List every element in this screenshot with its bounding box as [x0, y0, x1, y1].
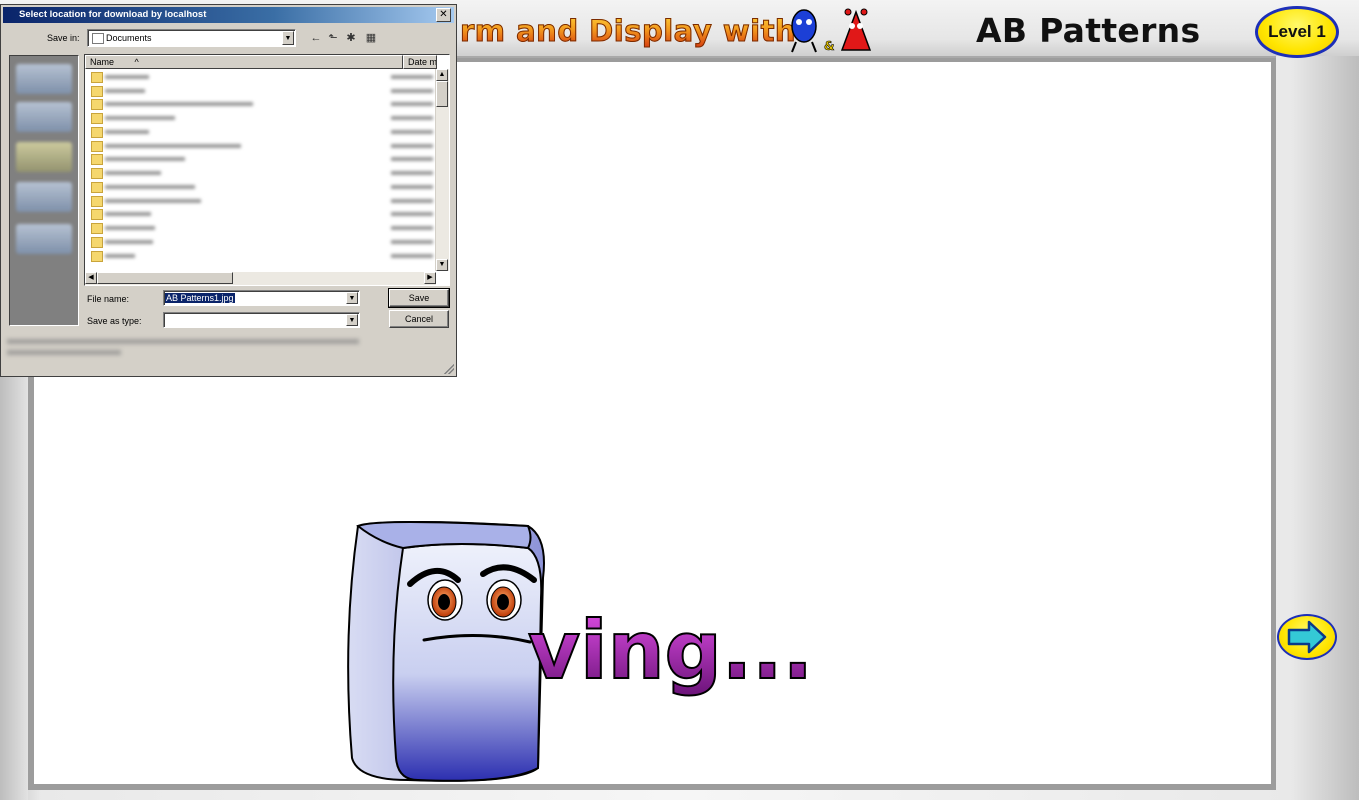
left-border	[0, 376, 28, 800]
list-item[interactable]	[91, 112, 439, 124]
save-dialog: Select location for download by localhos…	[0, 4, 457, 377]
folder-icon	[91, 223, 103, 234]
column-date-header[interactable]: Date m	[403, 55, 437, 69]
folder-icon	[91, 168, 103, 179]
scroll-down-icon[interactable]: ▼	[436, 259, 448, 271]
place-desktop[interactable]	[16, 102, 72, 132]
cancel-button[interactable]: Cancel	[389, 310, 449, 328]
blurred-info-line	[7, 350, 121, 355]
folder-icon	[91, 113, 103, 124]
mascots-logo: &	[791, 8, 872, 53]
sort-indicator-icon: ^	[134, 57, 139, 67]
list-item[interactable]	[91, 181, 439, 193]
column-name-header[interactable]: Name ^	[85, 55, 403, 69]
save-in-dropdown[interactable]: Documents ▼	[87, 29, 296, 47]
floppy-disk-character	[347, 521, 545, 782]
new-folder-icon[interactable]: ✱	[343, 31, 359, 45]
place-documents[interactable]	[16, 142, 72, 172]
save-button[interactable]: Save	[388, 288, 450, 308]
scroll-left-icon[interactable]: ◀	[85, 272, 97, 284]
column-date-label: Date m	[408, 57, 437, 67]
blue-mascot-icon	[791, 9, 817, 53]
horizontal-scroll-thumb[interactable]	[97, 272, 233, 284]
dialog-titlebar[interactable]: Select location for download by localhos…	[3, 7, 454, 23]
red-mascot-icon	[840, 8, 872, 51]
vertical-scrollbar[interactable]: ▲ ▼	[435, 69, 449, 271]
folder-icon	[91, 127, 103, 138]
list-item[interactable]	[91, 167, 439, 179]
save-in-value: Documents	[106, 33, 152, 43]
place-computer[interactable]	[16, 182, 72, 212]
vertical-scroll-thumb[interactable]	[436, 81, 448, 107]
place-network[interactable]	[16, 224, 72, 254]
folder-icon	[91, 99, 103, 110]
folder-icon	[91, 182, 103, 193]
list-item[interactable]	[91, 236, 439, 248]
back-arrow-icon[interactable]: ←	[308, 31, 324, 45]
folder-icon	[91, 209, 103, 220]
folder-icon	[91, 196, 103, 207]
right-arrow-icon	[1287, 620, 1327, 654]
up-folder-icon[interactable]: ⬑	[325, 31, 341, 45]
places-bar	[9, 55, 79, 326]
svg-text:&: &	[824, 39, 834, 53]
chevron-down-icon[interactable]: ▼	[346, 292, 358, 304]
list-item[interactable]	[91, 85, 439, 97]
folder-icon	[91, 141, 103, 152]
place-recent[interactable]	[16, 64, 72, 94]
folder-icon	[91, 237, 103, 248]
folder-icon	[92, 33, 104, 44]
resize-grip-icon[interactable]	[444, 364, 454, 374]
save-in-label: Save in:	[47, 33, 80, 43]
save-as-type-label: Save as type:	[87, 316, 142, 326]
list-item[interactable]	[91, 250, 439, 262]
saving-text: ving...	[528, 604, 813, 697]
next-button[interactable]	[1277, 614, 1337, 660]
list-item[interactable]	[91, 208, 439, 220]
list-item[interactable]	[91, 222, 439, 234]
list-item[interactable]	[91, 195, 439, 207]
list-item[interactable]	[91, 126, 439, 138]
scroll-right-icon[interactable]: ▶	[424, 272, 436, 284]
file-name-label: File name:	[87, 294, 130, 304]
level-button[interactable]: Level 1	[1255, 6, 1339, 58]
saving-animation: ving...	[347, 521, 814, 782]
chevron-down-icon[interactable]: ▼	[346, 314, 358, 326]
scroll-up-icon[interactable]: ▲	[436, 69, 448, 81]
blurred-info-line	[7, 339, 359, 344]
list-item[interactable]	[91, 153, 439, 165]
folder-icon	[91, 154, 103, 165]
dialog-title: Select location for download by localhos…	[19, 9, 207, 20]
list-item[interactable]	[91, 98, 439, 110]
close-icon: ✕	[439, 9, 448, 20]
save-as-type-dropdown[interactable]: ▼	[163, 312, 360, 328]
list-item[interactable]	[91, 71, 439, 83]
file-list[interactable]: Name ^ Date m ▲ ▼ ◀ ▶	[84, 54, 450, 286]
app-title: rm and Display with	[459, 14, 797, 49]
chevron-down-icon[interactable]: ▼	[282, 31, 294, 45]
folder-icon	[91, 86, 103, 97]
page-heading: AB Patterns	[976, 11, 1201, 50]
file-name-value: AB Patterns1.jpg	[165, 293, 235, 303]
close-button[interactable]: ✕	[436, 8, 451, 22]
view-menu-icon[interactable]: ▦	[363, 31, 379, 45]
column-name-label: Name	[90, 57, 115, 67]
folder-icon	[91, 251, 103, 262]
folder-icon	[91, 72, 103, 83]
horizontal-scrollbar[interactable]: ◀ ▶	[85, 272, 436, 285]
list-item[interactable]	[91, 140, 439, 152]
file-name-field[interactable]: AB Patterns1.jpg ▼	[163, 290, 360, 306]
